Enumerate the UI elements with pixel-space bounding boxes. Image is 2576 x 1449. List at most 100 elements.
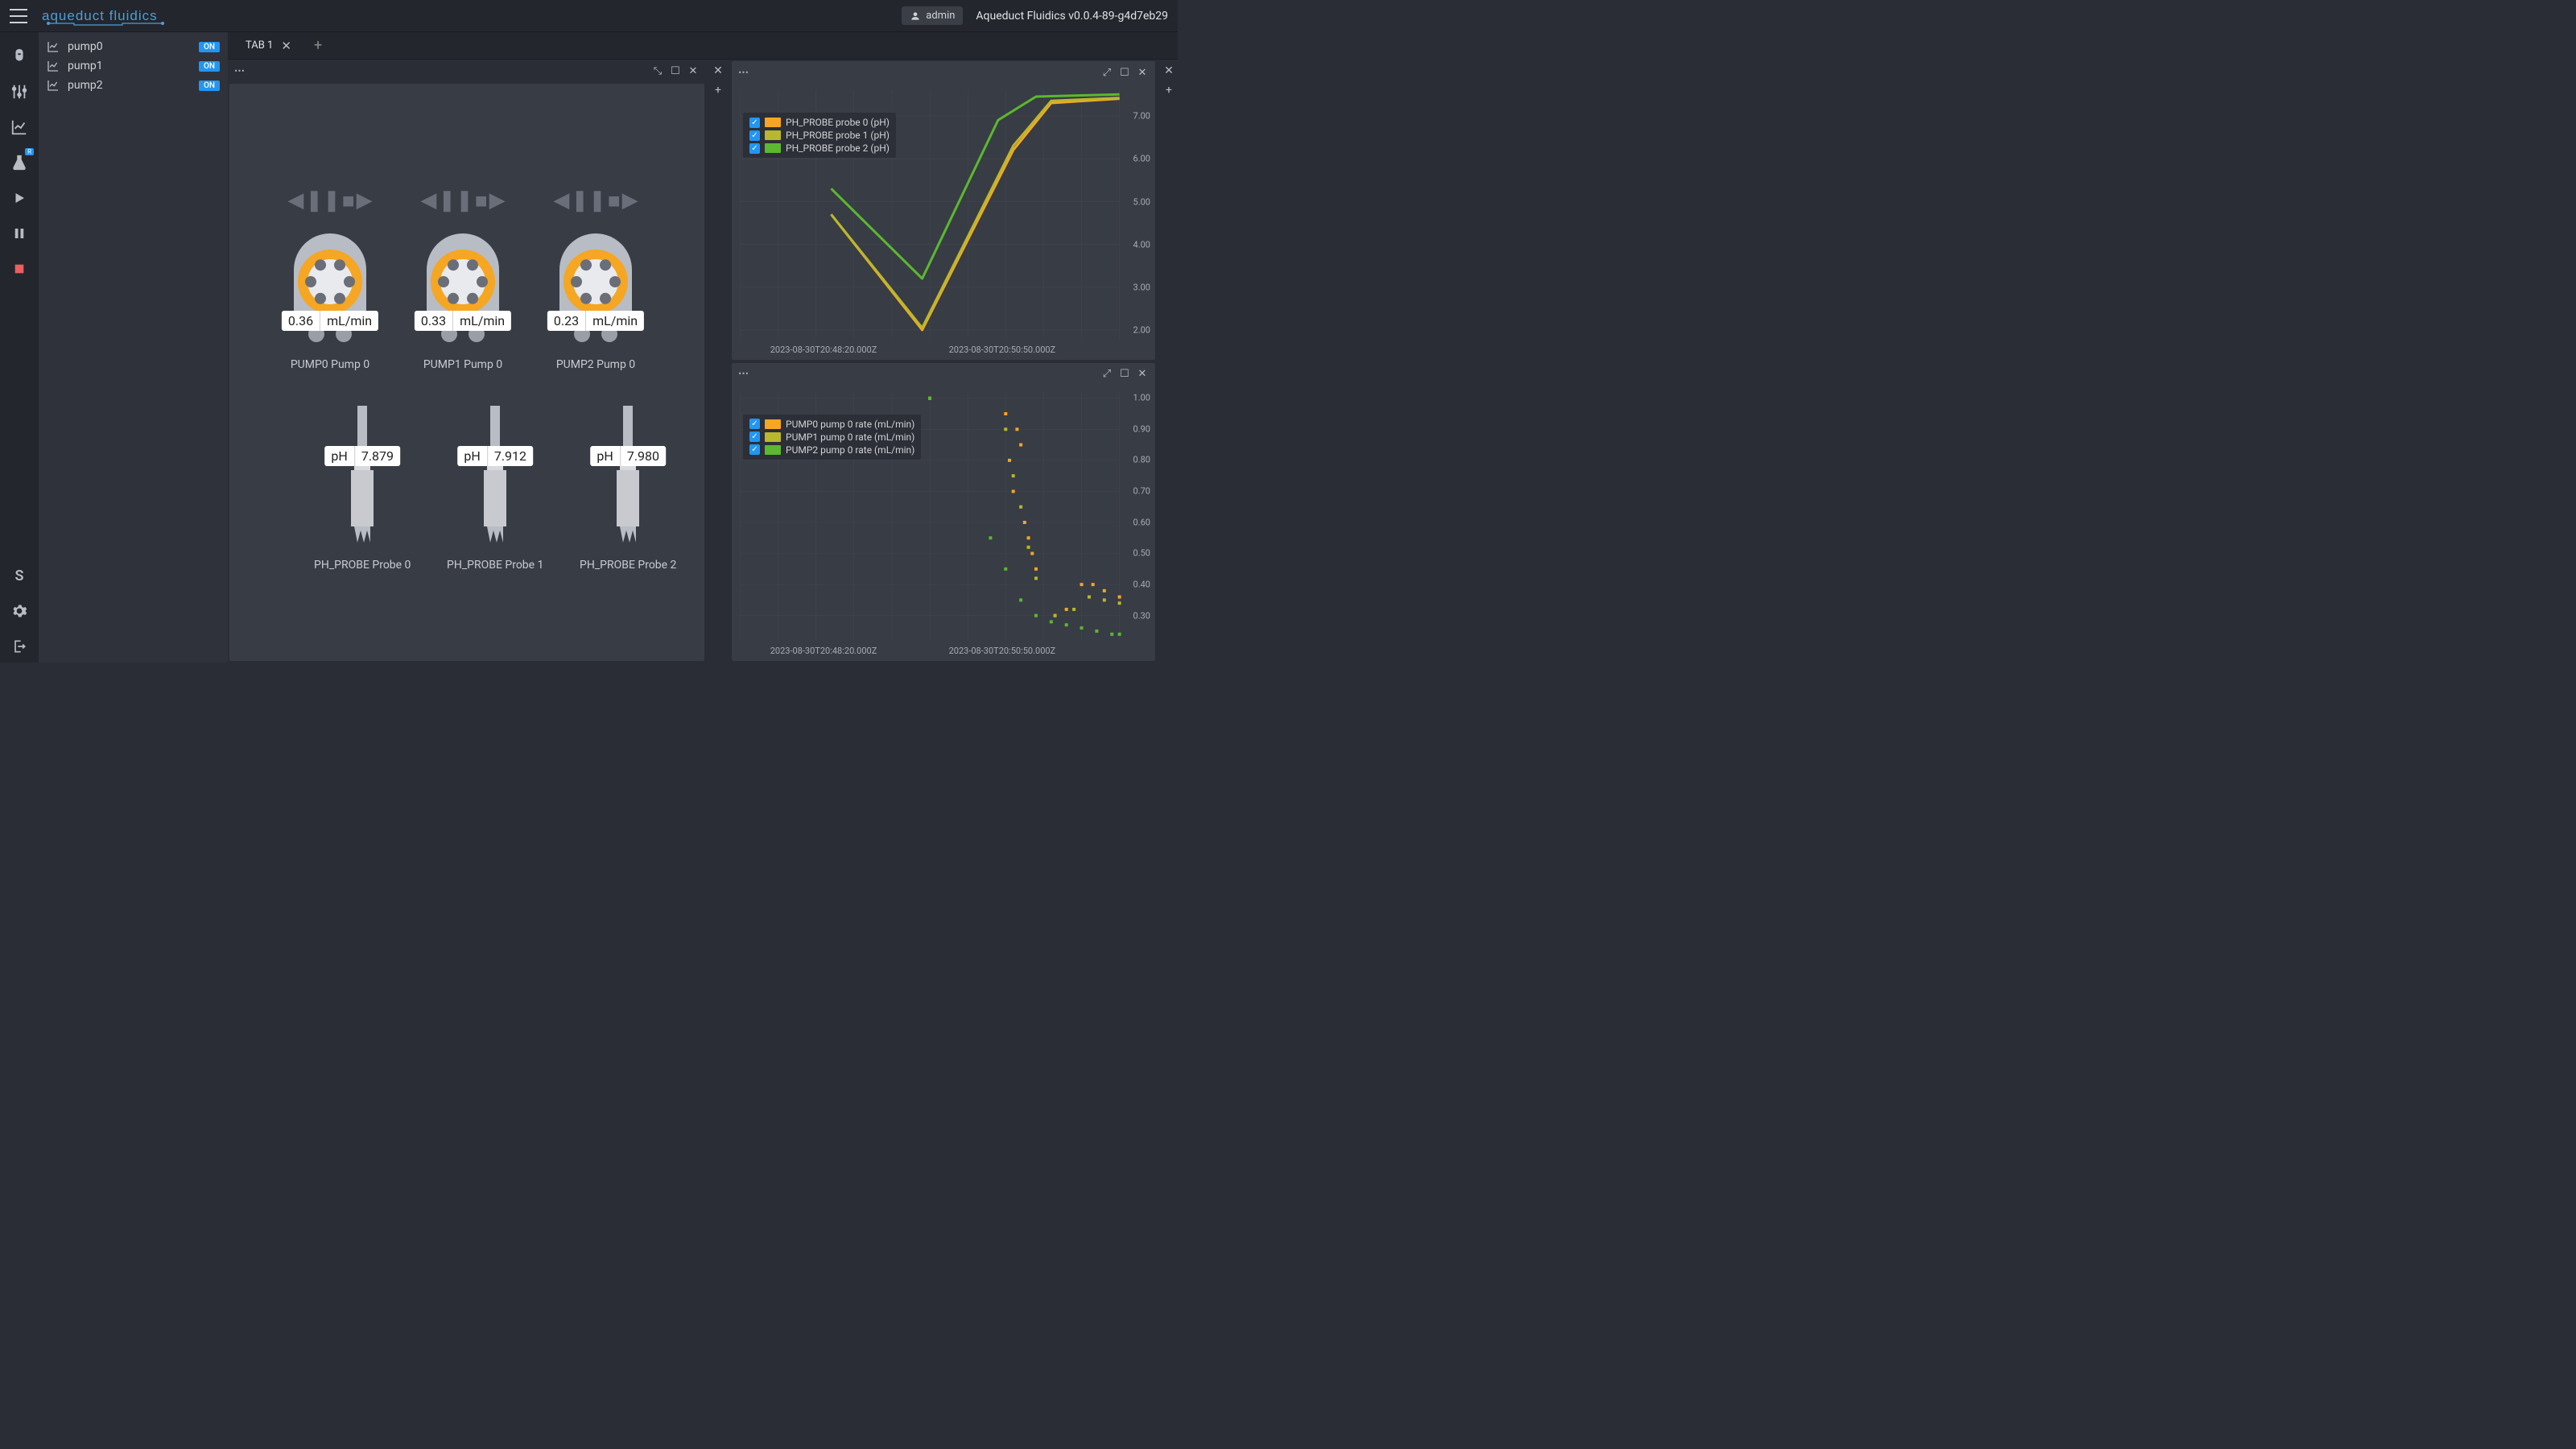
probe-graphic: pH 7.980	[612, 406, 644, 554]
canvas-side-tools: ✕ +	[709, 60, 727, 663]
rail-sliders-icon[interactable]	[3, 76, 35, 108]
device-status-badge: ON	[199, 80, 220, 91]
panel-maximize-icon[interactable]: ☐	[669, 65, 682, 77]
rewind-icon[interactable]: ◀	[553, 188, 569, 213]
rail-logout-icon[interactable]	[3, 630, 35, 663]
rewind-icon[interactable]: ◀	[287, 188, 303, 213]
user-label: admin	[926, 10, 955, 22]
device-status-badge: ON	[199, 42, 220, 52]
chart-line-icon	[47, 40, 60, 53]
device-name: pump0	[68, 40, 191, 53]
stop-icon[interactable]: ■	[475, 188, 488, 213]
rail-settings-icon[interactable]	[3, 595, 35, 627]
legend-label: PH_PROBE probe 2 (pH)	[786, 142, 890, 154]
play-icon[interactable]: ▶	[357, 188, 373, 213]
chart-panel-rate: ⋯ ⤢ ☐ ✕ ✓PUMP0 pump 0 rate (mL/min)✓PUMP…	[732, 363, 1155, 662]
rail-stop-icon[interactable]	[3, 253, 35, 285]
probe-reading: pH 7.879	[324, 446, 400, 466]
probe-widget[interactable]: pH 7.980 PH_PROBE Probe 2	[580, 406, 676, 572]
y-axis-tick: 0.70	[1133, 486, 1150, 497]
side-close-icon[interactable]: ✕	[713, 64, 723, 77]
tab[interactable]: TAB 1 ✕	[239, 34, 298, 58]
user-icon	[910, 10, 921, 22]
panel-close-icon[interactable]: ✕	[1136, 67, 1149, 79]
panel-expand-icon[interactable]: ⤢	[1100, 368, 1113, 380]
y-axis-tick: 2.00	[1133, 325, 1150, 336]
legend-item[interactable]: ✓ PUMP1 pump 0 rate (mL/min)	[749, 431, 914, 444]
y-axis-tick: 0.30	[1133, 610, 1150, 621]
probe-widget[interactable]: pH 7.912 PH_PROBE Probe 1	[447, 406, 543, 572]
side-close-icon[interactable]: ✕	[1164, 64, 1174, 77]
pump-widget[interactable]: ◀ ❚❚ ■ ▶ 0.33 mL/min PUMP1 Pump 0	[411, 188, 515, 371]
legend-item[interactable]: ✓ PH_PROBE probe 2 (pH)	[749, 142, 890, 155]
y-axis-tick: 0.50	[1133, 548, 1150, 559]
probe-prefix: pH	[590, 446, 620, 466]
probe-widget[interactable]: pH 7.879 PH_PROBE Probe 0	[314, 406, 411, 572]
legend-checkbox[interactable]: ✓	[749, 419, 760, 429]
pump-widget[interactable]: ◀ ❚❚ ■ ▶ 0.23 mL/min PUMP2 Pump 0	[543, 188, 648, 371]
legend-checkbox[interactable]: ✓	[749, 444, 760, 455]
rail-chart-icon[interactable]	[3, 111, 35, 143]
play-icon[interactable]: ▶	[489, 188, 506, 213]
tab-add-icon[interactable]: +	[314, 37, 322, 54]
rail-pause-icon[interactable]	[3, 217, 35, 250]
pause-icon[interactable]: ❚❚	[571, 188, 606, 213]
rail-s-icon[interactable]: S	[3, 559, 35, 592]
legend-item[interactable]: ✓PUMP2 pump 0 rate (mL/min)	[749, 444, 914, 456]
pump-rate-unit: mL/min	[453, 311, 511, 331]
device-item[interactable]: pump2 ON	[39, 76, 228, 95]
chart-panel-ph: ⋯ ⤢ ☐ ✕ ✓PH_PROBE probe 0 (pH)✓PH_PROBE …	[732, 61, 1155, 360]
rewind-icon[interactable]: ◀	[420, 188, 436, 213]
legend-item[interactable]: ✓PH_PROBE probe 1 (pH)	[749, 129, 890, 142]
legend-label: PUMP1 pump 0 rate (mL/min)	[786, 431, 914, 443]
x-axis-tick: 2023-08-30T20:48:20.000Z	[770, 345, 877, 355]
legend-label: PUMP0 pump 0 rate (mL/min)	[786, 419, 914, 430]
side-add-icon[interactable]: +	[715, 84, 721, 97]
pause-icon[interactable]: ❚❚	[305, 188, 341, 213]
rail-home-icon[interactable]	[3, 40, 35, 72]
device-canvas[interactable]: ◀ ❚❚ ■ ▶ 0.36 mL/min PUMP0 Pump 0 ◀ ❚❚ ■…	[229, 84, 704, 661]
y-axis-tick: 6.00	[1133, 154, 1150, 164]
legend-item[interactable]: ✓ PH_PROBE probe 0 (pH)	[749, 116, 890, 129]
user-badge[interactable]: admin	[902, 6, 963, 25]
side-add-icon[interactable]: +	[1166, 84, 1172, 97]
legend-checkbox[interactable]: ✓	[749, 118, 760, 128]
menu-toggle-icon[interactable]	[10, 9, 27, 23]
panel-menu-icon[interactable]: ⋯	[738, 67, 749, 79]
rail-play-icon[interactable]	[3, 182, 35, 214]
probe-graphic: pH 7.912	[479, 406, 511, 554]
chart-line-icon	[47, 60, 60, 72]
panel-maximize-icon[interactable]: ☐	[1118, 368, 1131, 380]
pump-widget[interactable]: ◀ ❚❚ ■ ▶ 0.36 mL/min PUMP0 Pump 0	[278, 188, 382, 371]
panel-menu-icon[interactable]: ⋯	[738, 368, 749, 380]
tab-close-icon[interactable]: ✕	[281, 39, 291, 53]
panel-close-icon[interactable]: ✕	[1136, 368, 1149, 380]
pause-icon[interactable]: ❚❚	[438, 188, 473, 213]
device-item[interactable]: pump1 ON	[39, 56, 228, 76]
y-axis-tick: 7.00	[1133, 110, 1150, 121]
legend-item[interactable]: ✓ PUMP0 pump 0 rate (mL/min)	[749, 418, 914, 431]
legend-checkbox[interactable]: ✓	[749, 143, 760, 154]
pump-label: PUMP1 Pump 0	[423, 358, 502, 371]
rail-recipe-icon[interactable]: R	[3, 147, 35, 179]
probe-label: PH_PROBE Probe 2	[580, 559, 676, 572]
y-axis-tick: 0.80	[1133, 455, 1150, 465]
play-icon[interactable]: ▶	[622, 188, 638, 213]
legend-checkbox[interactable]: ✓	[749, 431, 760, 442]
panel-maximize-icon[interactable]: ☐	[1118, 67, 1131, 79]
x-axis-tick: 2023-08-30T20:50:50.000Z	[949, 345, 1056, 355]
panel-close-icon[interactable]: ✕	[687, 65, 700, 77]
legend-swatch	[765, 118, 781, 127]
device-item[interactable]: pump0 ON	[39, 37, 228, 56]
legend-label: PH_PROBE probe 0 (pH)	[786, 117, 890, 128]
legend-swatch	[765, 432, 781, 442]
panel-menu-icon[interactable]: ⋯	[234, 65, 246, 77]
pump-graphic: 0.23 mL/min	[543, 221, 648, 353]
panel-expand-icon[interactable]: ⤢	[1100, 67, 1113, 79]
panel-collapse-icon[interactable]: ⤡	[651, 65, 664, 77]
stop-icon[interactable]: ■	[608, 188, 621, 213]
stop-icon[interactable]: ■	[342, 188, 355, 213]
probe-label: PH_PROBE Probe 0	[314, 559, 411, 572]
device-status-badge: ON	[199, 61, 220, 72]
legend-checkbox[interactable]: ✓	[749, 130, 760, 141]
